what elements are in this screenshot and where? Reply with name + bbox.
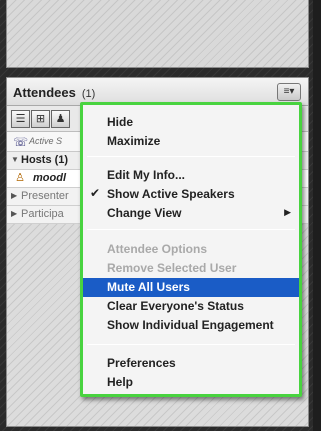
- user-icon[interactable]: ♟: [51, 110, 70, 128]
- menu-item-preferences[interactable]: Preferences: [83, 354, 299, 373]
- checkmark-icon: ✔: [90, 186, 101, 200]
- menu-item-label: Attendee Options: [107, 242, 208, 256]
- menu-item-show-active-speakers[interactable]: ✔ Show Active Speakers: [83, 185, 299, 204]
- expand-arrow-icon: ▼: [11, 155, 19, 164]
- menu-separator: [87, 156, 295, 157]
- pod-title: Attendees (1): [13, 85, 95, 100]
- user-icon: ♙: [15, 172, 25, 184]
- collapsed-arrow-icon: ▶: [11, 191, 18, 200]
- menu-item-label: Change View: [107, 206, 182, 220]
- menu-item-maximize[interactable]: Maximize: [83, 132, 299, 151]
- group-label: Hosts (1): [21, 154, 69, 166]
- menu-item-show-individual-engagement[interactable]: Show Individual Engagement: [83, 316, 299, 335]
- menu-item-change-view[interactable]: Change View ▶: [83, 204, 299, 223]
- menu-item-hide[interactable]: Hide: [83, 113, 299, 132]
- menu-item-label: Remove Selected User: [107, 261, 237, 275]
- attendee-count: (1): [81, 88, 96, 100]
- list-view-icon[interactable]: ☰: [11, 110, 30, 128]
- group-label: Participa: [21, 208, 64, 220]
- menu-item-label: Hide: [107, 115, 134, 129]
- menu-item-mute-all-users[interactable]: Mute All Users: [83, 278, 299, 297]
- grid-view-icon[interactable]: ⊞: [31, 110, 50, 128]
- collapsed-arrow-icon: ▶: [11, 209, 18, 218]
- submenu-arrow-icon: ▶: [284, 207, 291, 217]
- pod-title-label: Attendees: [13, 85, 76, 100]
- menu-separator: [87, 229, 295, 230]
- menu-item-help[interactable]: Help: [83, 373, 299, 392]
- menu-item-label: Clear Everyone's Status: [107, 299, 244, 313]
- scrollbar-strip: [313, 0, 321, 431]
- menu-item-label: Show Active Speakers: [107, 187, 235, 201]
- menu-item-label: Preferences: [107, 356, 176, 370]
- menu-item-label: Show Individual Engagement: [107, 318, 274, 332]
- menu-item-clear-everyones-status[interactable]: Clear Everyone's Status: [83, 297, 299, 316]
- speaker-icon: ☏: [13, 135, 29, 149]
- menu-item-label: Help: [107, 375, 134, 389]
- menu-item-label: Mute All Users: [107, 280, 190, 294]
- upper-pod: [6, 0, 309, 68]
- menu-item-attendee-options: Attendee Options: [83, 240, 299, 259]
- group-label: Presenter: [21, 190, 69, 202]
- pod-options-menu: Hide Maximize Edit My Info... ✔ Show Act…: [80, 102, 302, 397]
- menu-item-edit-my-info[interactable]: Edit My Info...: [83, 166, 299, 185]
- menu-item-remove-selected-user: Remove Selected User: [83, 259, 299, 278]
- menu-item-label: Edit My Info...: [107, 168, 185, 182]
- pod-options-button[interactable]: ≡▾: [277, 83, 301, 101]
- menu-separator: [87, 344, 295, 345]
- active-speakers-label: Active S: [29, 136, 63, 146]
- menu-item-label: Maximize: [107, 134, 161, 148]
- user-name: moodl: [33, 172, 66, 184]
